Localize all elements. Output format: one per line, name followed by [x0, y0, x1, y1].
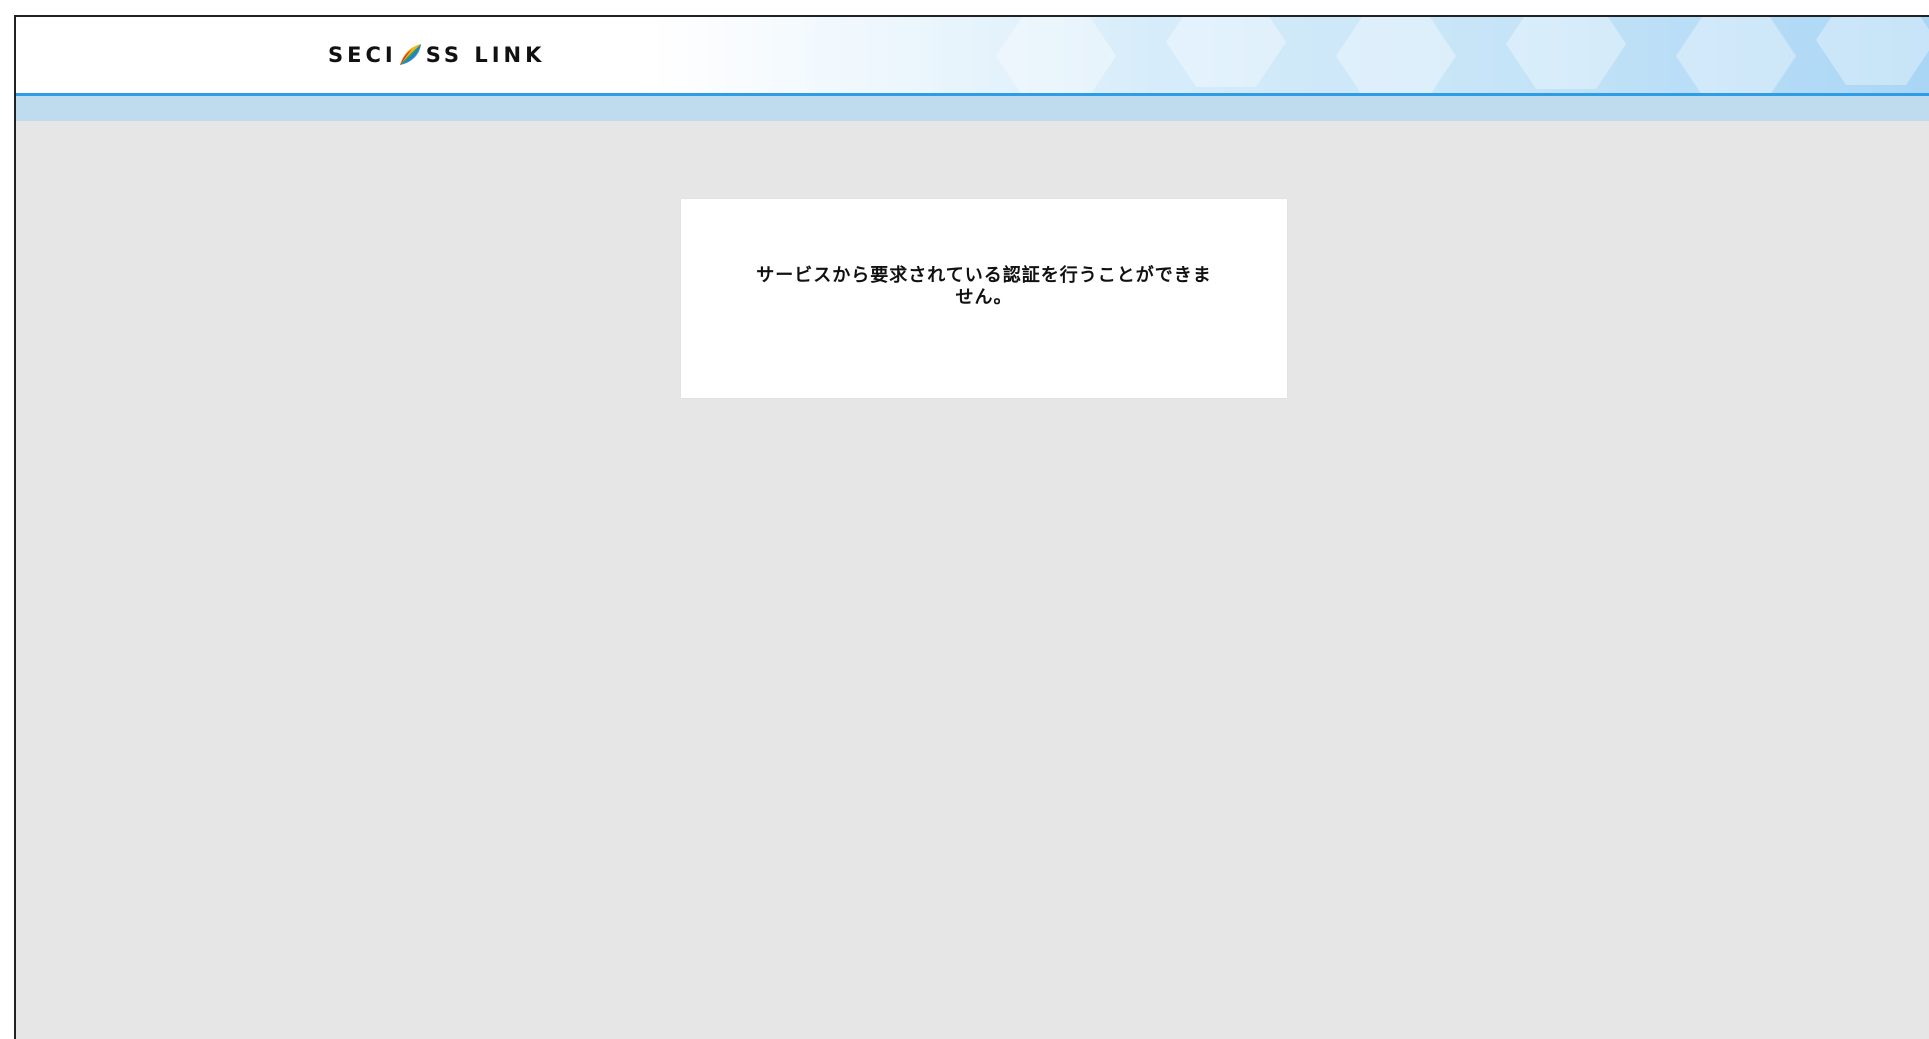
error-message: サービスから要求されている認証を行うことができません。	[756, 265, 1212, 308]
site-logo[interactable]: SECI SS LINK	[328, 40, 545, 70]
sub-header-bar	[16, 96, 1929, 121]
header-decoration	[1336, 17, 1456, 95]
header-decoration	[1166, 17, 1286, 87]
site-header: SECI SS LINK	[16, 17, 1929, 95]
header-decoration	[996, 17, 1116, 95]
browser-viewport: SECI SS LINK サービスから要求されている認証を行うことができません。	[14, 15, 1929, 1039]
logo-text-left: SECI	[328, 43, 397, 67]
error-card: サービスから要求されている認証を行うことができません。	[681, 199, 1287, 398]
seciross-leaf-icon	[399, 44, 421, 65]
header-decoration	[1816, 17, 1929, 85]
header-decoration	[1506, 17, 1626, 89]
header-decoration	[1676, 17, 1796, 95]
logo-text-right: SS LINK	[425, 43, 546, 67]
